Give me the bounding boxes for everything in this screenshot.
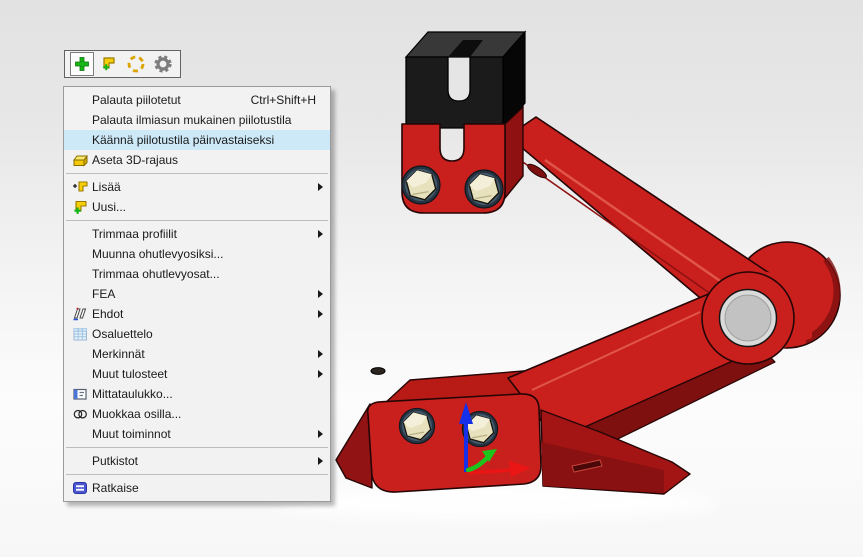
submenu-arrow-icon [318, 310, 323, 318]
menu-item-muut-toiminnot[interactable]: Muut toiminnot [64, 424, 330, 444]
submenu-arrow-icon [318, 457, 323, 465]
menu-item-palauta-ilmiasun[interactable]: Palauta ilmiasun mukainen piilotustila [64, 110, 330, 130]
constraints-icon [68, 306, 92, 322]
dashed-circle-icon [127, 55, 145, 73]
solve-icon [68, 480, 92, 496]
submenu-arrow-icon [318, 183, 323, 191]
menu-item-ratkaise[interactable]: Ratkaise [64, 478, 330, 498]
new-component-icon [68, 199, 92, 215]
menu-item-kaanna-piilotustila[interactable]: Käännä piilotustila päinvastaiseksi [64, 130, 330, 150]
menu-separator [66, 173, 328, 174]
menu-item-putkistot[interactable]: Putkistot [64, 451, 330, 471]
context-menu: Palauta piilotetut Ctrl+Shift+H Palauta … [63, 86, 331, 502]
fit-selection-button[interactable] [124, 52, 148, 76]
3d-clip-box-icon [68, 152, 92, 168]
submenu-arrow-icon [318, 230, 323, 238]
submenu-arrow-icon [318, 430, 323, 438]
menu-item-lisaa[interactable]: Lisää [64, 177, 330, 197]
menu-item-aseta-3d-rajaus[interactable]: Aseta 3D-rajaus [64, 150, 330, 170]
menu-item-muut-tulosteet[interactable]: Muut tulosteet [64, 364, 330, 384]
menu-item-ehdot[interactable]: Ehdot [64, 304, 330, 324]
menu-item-trimmaa-profiilit[interactable]: Trimmaa profiilit [64, 224, 330, 244]
add-part-button[interactable] [70, 52, 94, 76]
submenu-arrow-icon [318, 290, 323, 298]
yellow-component-plus-icon [100, 55, 118, 73]
add-existing-icon [68, 179, 92, 195]
menu-item-muunna-ohutlevyosiksi[interactable]: Muunna ohutlevyosiksi... [64, 244, 330, 264]
shortcut-label: Ctrl+Shift+H [251, 93, 322, 107]
cad-3d-viewport[interactable]: Palauta piilotetut Ctrl+Shift+H Palauta … [0, 0, 863, 557]
bolt-top-right[interactable] [465, 170, 503, 208]
menu-item-mittataulukko[interactable]: Mittataulukko... [64, 384, 330, 404]
green-plus-icon [73, 55, 91, 73]
model-black-clevis[interactable] [406, 32, 525, 128]
submenu-arrow-icon [318, 370, 323, 378]
menu-separator [66, 220, 328, 221]
menu-item-merkinnat[interactable]: Merkinnät [64, 344, 330, 364]
menu-separator [66, 474, 328, 475]
gear-icon [154, 55, 172, 73]
menu-item-osaluettelo[interactable]: Osaluettelo [64, 324, 330, 344]
settings-button[interactable] [151, 52, 175, 76]
menu-separator [66, 447, 328, 448]
menu-item-trimmaa-ohutlevyosat[interactable]: Trimmaa ohutlevyosat... [64, 264, 330, 284]
model-elbow-joint[interactable] [702, 268, 812, 364]
submenu-arrow-icon [318, 350, 323, 358]
dimension-table-icon [68, 386, 92, 402]
bolt-top-left[interactable] [402, 166, 440, 204]
edit-with-parts-icon [68, 406, 92, 422]
parts-list-icon [68, 326, 92, 342]
floating-toolbar [64, 50, 181, 78]
menu-item-muokkaa-osilla[interactable]: Muokkaa osilla... [64, 404, 330, 424]
menu-item-fea[interactable]: FEA [64, 284, 330, 304]
bolt-base-left[interactable] [399, 408, 434, 443]
new-component-button[interactable] [97, 52, 121, 76]
menu-item-palauta-piilotetut[interactable]: Palauta piilotetut Ctrl+Shift+H [64, 90, 330, 110]
menu-item-uusi[interactable]: Uusi... [64, 197, 330, 217]
